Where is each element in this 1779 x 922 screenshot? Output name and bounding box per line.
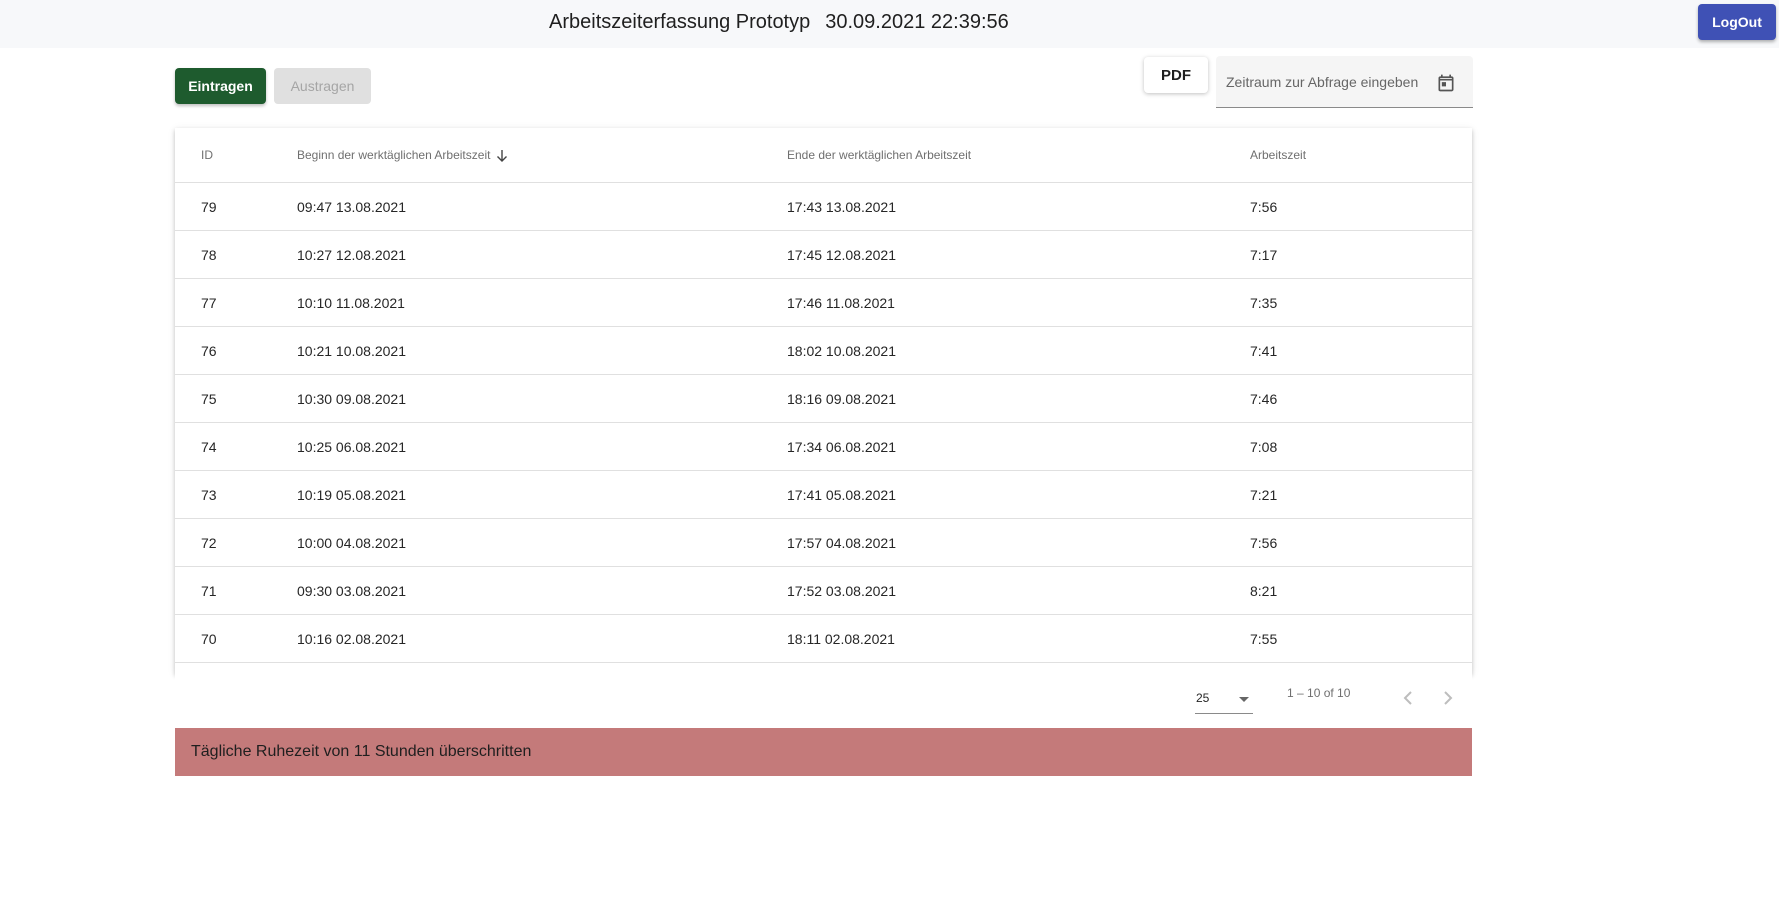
cell-ende: 17:34 06.08.2021 bbox=[787, 439, 896, 455]
table-row[interactable]: 79 09:47 13.08.2021 17:43 13.08.2021 7:56 bbox=[175, 183, 1472, 231]
range-label: 1 – 10 of 10 bbox=[1287, 686, 1351, 700]
logout-button[interactable]: LogOut bbox=[1698, 4, 1776, 40]
cell-ende: 17:45 12.08.2021 bbox=[787, 247, 896, 263]
next-page-button[interactable] bbox=[1429, 678, 1469, 718]
top-bar: Arbeitszeiterfassung Prototyp 30.09.2021 … bbox=[0, 0, 1779, 48]
eintragen-button[interactable]: Eintragen bbox=[175, 68, 266, 104]
cell-id: 72 bbox=[201, 535, 217, 551]
previous-page-button[interactable] bbox=[1389, 678, 1429, 718]
cell-ende: 17:41 05.08.2021 bbox=[787, 487, 896, 503]
cell-id: 75 bbox=[201, 391, 217, 407]
cell-arbeitszeit: 7:17 bbox=[1250, 247, 1278, 263]
cell-beginn: 10:21 10.08.2021 bbox=[297, 343, 406, 359]
cell-id: 78 bbox=[201, 247, 217, 263]
app-title: Arbeitszeiterfassung Prototyp bbox=[549, 11, 811, 33]
table-row[interactable]: 77 10:10 11.08.2021 17:46 11.08.2021 7:35 bbox=[175, 279, 1472, 327]
dropdown-arrow-icon bbox=[1239, 697, 1249, 702]
pdf-button[interactable]: PDF bbox=[1144, 57, 1208, 93]
cell-beginn: 09:47 13.08.2021 bbox=[297, 199, 406, 215]
cell-id: 73 bbox=[201, 487, 217, 503]
clock: 30.09.2021 22:39:56 bbox=[825, 11, 1009, 33]
table-row[interactable]: 71 09:30 03.08.2021 17:52 03.08.2021 8:21 bbox=[175, 567, 1472, 615]
cell-arbeitszeit: 7:08 bbox=[1250, 439, 1278, 455]
warning-text: Tägliche Ruhezeit von 11 Stunden übersch… bbox=[191, 743, 532, 760]
cell-arbeitszeit: 7:46 bbox=[1250, 391, 1278, 407]
cell-ende: 18:02 10.08.2021 bbox=[787, 343, 896, 359]
table-row[interactable]: 72 10:00 04.08.2021 17:57 04.08.2021 7:56 bbox=[175, 519, 1472, 567]
cell-id: 76 bbox=[201, 343, 217, 359]
cell-id: 70 bbox=[201, 631, 217, 647]
cell-arbeitszeit: 7:56 bbox=[1250, 535, 1278, 551]
cell-ende: 18:11 02.08.2021 bbox=[787, 631, 895, 647]
cell-beginn: 10:30 09.08.2021 bbox=[297, 391, 406, 407]
calendar-icon[interactable] bbox=[1436, 73, 1456, 93]
column-header-beginn-label: Beginn der werktäglichen Arbeitszeit bbox=[297, 148, 491, 162]
cell-id: 79 bbox=[201, 199, 217, 215]
table-header: ID Beginn der werktäglichen Arbeitszeit … bbox=[175, 128, 1472, 183]
cell-arbeitszeit: 7:21 bbox=[1250, 487, 1278, 503]
cell-beginn: 10:00 04.08.2021 bbox=[297, 535, 406, 551]
cell-ende: 17:52 03.08.2021 bbox=[787, 583, 896, 599]
cell-beginn: 10:16 02.08.2021 bbox=[297, 631, 406, 647]
cell-arbeitszeit: 7:56 bbox=[1250, 199, 1278, 215]
arrow-down-icon bbox=[497, 149, 508, 162]
column-header-ende[interactable]: Ende der werktäglichen Arbeitszeit bbox=[787, 128, 971, 183]
cell-arbeitszeit: 8:21 bbox=[1250, 583, 1278, 599]
column-header-arbeitszeit[interactable]: Arbeitszeit bbox=[1250, 128, 1306, 183]
column-header-id[interactable]: ID bbox=[201, 128, 213, 183]
cell-ende: 17:46 11.08.2021 bbox=[787, 295, 895, 311]
cell-arbeitszeit: 7:55 bbox=[1250, 631, 1278, 647]
date-range-input[interactable] bbox=[1226, 71, 1436, 93]
app-header: Arbeitszeiterfassung Prototyp 30.09.2021 … bbox=[549, 0, 1009, 44]
cell-arbeitszeit: 7:41 bbox=[1250, 343, 1278, 359]
chevron-left-icon bbox=[1403, 691, 1412, 705]
table-row[interactable]: 76 10:21 10.08.2021 18:02 10.08.2021 7:41 bbox=[175, 327, 1472, 375]
paginator: 25 1 – 10 of 10 bbox=[175, 674, 1472, 730]
column-header-beginn[interactable]: Beginn der werktäglichen Arbeitszeit bbox=[297, 128, 508, 183]
table-row[interactable]: 75 10:30 09.08.2021 18:16 09.08.2021 7:46 bbox=[175, 375, 1472, 423]
page-size-select[interactable]: 25 bbox=[1195, 684, 1253, 714]
cell-beginn: 09:30 03.08.2021 bbox=[297, 583, 406, 599]
austragen-button[interactable]: Austragen bbox=[274, 68, 371, 104]
date-range-field[interactable] bbox=[1216, 56, 1473, 108]
cell-arbeitszeit: 7:35 bbox=[1250, 295, 1278, 311]
table-row[interactable]: 78 10:27 12.08.2021 17:45 12.08.2021 7:17 bbox=[175, 231, 1472, 279]
cell-id: 77 bbox=[201, 295, 217, 311]
table-row[interactable]: 73 10:19 05.08.2021 17:41 05.08.2021 7:21 bbox=[175, 471, 1472, 519]
cell-id: 71 bbox=[201, 583, 217, 599]
warning-banner: Tägliche Ruhezeit von 11 Stunden übersch… bbox=[175, 728, 1472, 776]
cell-beginn: 10:19 05.08.2021 bbox=[297, 487, 406, 503]
table-row[interactable]: 70 10:16 02.08.2021 18:11 02.08.2021 7:55 bbox=[175, 615, 1472, 663]
cell-id: 74 bbox=[201, 439, 217, 455]
cell-beginn: 10:27 12.08.2021 bbox=[297, 247, 406, 263]
cell-beginn: 10:10 11.08.2021 bbox=[297, 295, 405, 311]
cell-ende: 17:43 13.08.2021 bbox=[787, 199, 896, 215]
cell-beginn: 10:25 06.08.2021 bbox=[297, 439, 406, 455]
worktime-table: ID Beginn der werktäglichen Arbeitszeit … bbox=[175, 128, 1472, 674]
page-size-value: 25 bbox=[1196, 691, 1210, 705]
cell-ende: 18:16 09.08.2021 bbox=[787, 391, 896, 407]
chevron-right-icon bbox=[1444, 691, 1453, 705]
cell-ende: 17:57 04.08.2021 bbox=[787, 535, 896, 551]
table-row[interactable]: 74 10:25 06.08.2021 17:34 06.08.2021 7:08 bbox=[175, 423, 1472, 471]
